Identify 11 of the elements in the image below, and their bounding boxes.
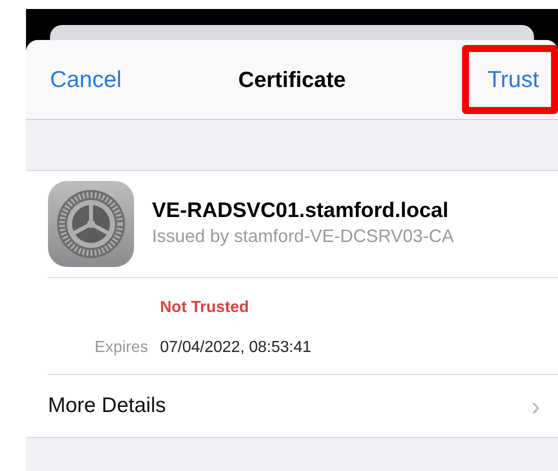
issuer-text: Issued by stamford-VE-DCSRV03-CA — [152, 225, 454, 248]
certificate-name: VE-RADSVC01.stamford.local — [152, 198, 450, 224]
chevron-icon: › — [531, 386, 540, 426]
gear-icon — [48, 181, 134, 267]
cancel-button[interactable]: Cancel — [50, 62, 122, 97]
expires-label: Expires — [94, 338, 148, 358]
details-row[interactable]: More Details › — [48, 375, 558, 437]
trust-status: Not Trusted — [159, 298, 250, 318]
expiry-date: 07/04/2022, 08:53:41 — [160, 338, 312, 358]
trust-button[interactable]: Trust — [462, 45, 558, 114]
sheet-title: Certificate — [238, 66, 346, 94]
